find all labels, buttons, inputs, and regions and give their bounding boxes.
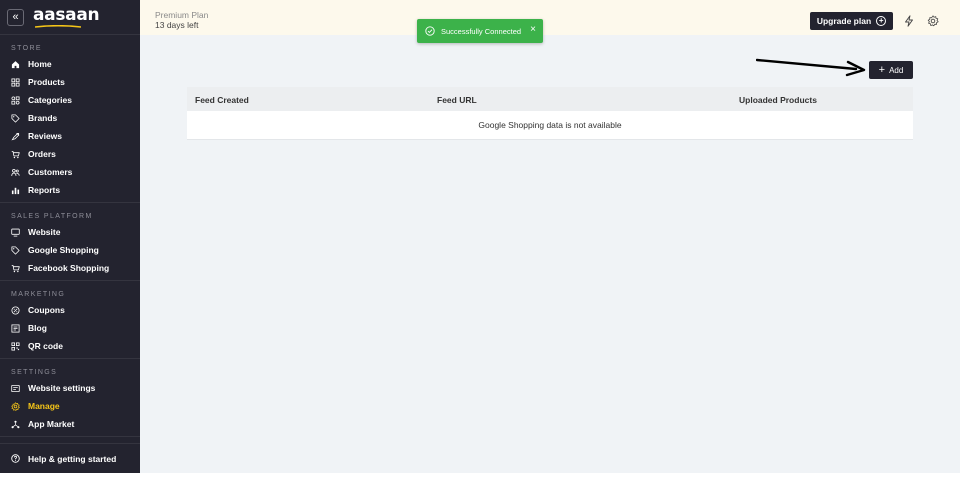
home-icon — [11, 60, 20, 69]
toast-message: Successfully Connected — [441, 26, 522, 36]
monitor-icon — [11, 228, 20, 237]
cart-icon — [11, 150, 20, 159]
nav-section-title: SETTINGS — [11, 369, 58, 376]
sidebar-item-label: Brands — [28, 113, 58, 123]
topbar: Premium Plan 13 days left Upgrade plan + — [140, 0, 960, 35]
sidebar-item-orders[interactable]: Orders — [0, 145, 140, 163]
sidebar-item-customers[interactable]: Customers — [0, 163, 140, 181]
help-label: Help & getting started — [28, 453, 117, 464]
plan-days-left: 13 days left — [155, 20, 199, 30]
sidebar-item-categories[interactable]: Categories — [0, 91, 140, 109]
coupon-icon — [11, 305, 20, 315]
plan-name: Premium Plan — [155, 10, 209, 20]
feeds-table: Feed Created Feed URL Uploaded Products … — [187, 87, 913, 140]
sidebar-item-coupons[interactable]: Coupons — [0, 301, 140, 319]
sidebar-item-products[interactable]: Products — [0, 73, 140, 91]
sidebar-item-label: Products — [28, 77, 65, 87]
sidebar-item-label: App Market — [28, 419, 75, 429]
collapse-sidebar-button[interactable]: « — [7, 8, 24, 26]
table-header: Feed Created Feed URL Uploaded Products — [187, 87, 913, 111]
column-header-feed-url: Feed URL — [437, 95, 477, 105]
logo: aasaan — [33, 4, 100, 28]
logo-swoosh-icon — [35, 24, 81, 28]
sidebar-item-blog[interactable]: Blog — [0, 319, 140, 337]
check-circle-icon — [425, 26, 435, 36]
customers-icon — [11, 168, 20, 177]
sidebar-item-label: Coupons — [28, 305, 65, 315]
column-header-feed-created: Feed Created — [195, 95, 249, 105]
upgrade-plan-button[interactable]: Upgrade plan + — [810, 12, 893, 30]
upgrade-plan-label: Upgrade plan — [816, 16, 872, 26]
help-icon — [11, 454, 20, 463]
nav-section: SALES PLATFORM Website Google Shopping Face… — [0, 203, 140, 281]
reports-icon — [11, 186, 20, 195]
main-content: Premium Plan 13 days left Upgrade plan +… — [140, 0, 960, 473]
add-feed-button[interactable]: + Add — [869, 61, 913, 79]
sidebar-item-home[interactable]: Home — [0, 55, 140, 73]
sidebar-item-google-shopping[interactable]: Google Shopping — [0, 241, 140, 259]
nav-section: SETTINGS Website settings Manage App Market — [0, 359, 140, 437]
plan-info: Premium Plan 13 days left — [155, 10, 208, 30]
sidebar-item-label: Categories — [28, 95, 72, 105]
nav-section-title: SALES PLATFORM — [11, 213, 93, 220]
products-icon — [11, 77, 20, 87]
sidebar-item-qr-code[interactable]: QR code — [0, 337, 140, 355]
sidebar-item-label: Manage — [28, 401, 60, 411]
nav-section: STORE Home Products Categories Brands Reviews… — [0, 35, 140, 203]
logo-text: aasaan — [33, 4, 100, 25]
pointer-arrow-icon — [756, 58, 866, 77]
sidebar-item-website-settings[interactable]: Website settings — [0, 379, 140, 397]
plus-circle-icon: + — [876, 16, 887, 26]
close-icon[interactable]: × — [530, 25, 536, 35]
sidebar-item-website[interactable]: Website — [0, 223, 140, 241]
blog-icon — [11, 323, 20, 333]
sidebar-item-brands[interactable]: Brands — [0, 109, 140, 127]
column-header-uploaded-products: Uploaded Products — [739, 95, 817, 105]
sidebar-item-manage[interactable]: Manage — [0, 397, 140, 415]
sidebar-nav: STORE Home Products Categories Brands Reviews… — [0, 35, 140, 437]
sidebar-item-label: Orders — [28, 149, 56, 159]
sidebar-item-label: Facebook Shopping — [28, 263, 110, 273]
sidebar-item-label: Customers — [28, 167, 73, 177]
sidebar-item-reviews[interactable]: Reviews — [0, 127, 140, 145]
reviews-icon — [11, 132, 20, 141]
sidebar-item-label: QR code — [28, 341, 63, 351]
sidebar-item-label: Website — [28, 227, 61, 237]
empty-state-row: Google Shopping data is not available — [187, 111, 913, 140]
sidebar-item-label: Website settings — [28, 383, 96, 393]
cart-icon — [11, 264, 20, 273]
empty-state-message: Google Shopping data is not available — [478, 120, 622, 130]
sidebar-item-facebook-shopping[interactable]: Facebook Shopping — [0, 259, 140, 277]
settings-panel-icon — [11, 384, 20, 393]
gear-icon — [11, 401, 20, 411]
apps-icon — [11, 420, 20, 429]
help-link[interactable]: Help & getting started — [0, 443, 140, 473]
sidebar-item-label: Google Shopping — [28, 245, 99, 255]
sidebar-item-label: Reports — [28, 185, 61, 195]
double-chevron-left-icon: « — [12, 10, 19, 23]
brand-bar: « aasaan — [0, 0, 140, 35]
add-label: Add — [889, 65, 904, 75]
sidebar-item-label: Blog — [28, 323, 47, 333]
nav-section-title: STORE — [11, 45, 42, 52]
nav-section: MARKETING Coupons Blog QR code — [0, 281, 140, 359]
tag-icon — [11, 245, 20, 255]
sidebar-item-label: Home — [28, 59, 52, 69]
qr-icon — [11, 341, 20, 351]
tag-icon — [11, 113, 20, 123]
settings-gear-icon[interactable] — [927, 15, 939, 27]
sidebar-item-reports[interactable]: Reports — [0, 181, 140, 199]
lightning-icon[interactable] — [903, 15, 915, 27]
sidebar-item-app-market[interactable]: App Market — [0, 415, 140, 433]
nav-section-title: MARKETING — [11, 291, 66, 298]
categories-icon — [11, 95, 20, 105]
plus-icon: + — [878, 63, 886, 76]
sidebar: « aasaan STORE Home Products Categories Bran… — [0, 0, 140, 473]
app-window: « aasaan STORE Home Products Categories Bran… — [0, 0, 960, 473]
sidebar-item-label: Reviews — [28, 131, 63, 141]
success-toast: Successfully Connected × — [417, 19, 543, 43]
